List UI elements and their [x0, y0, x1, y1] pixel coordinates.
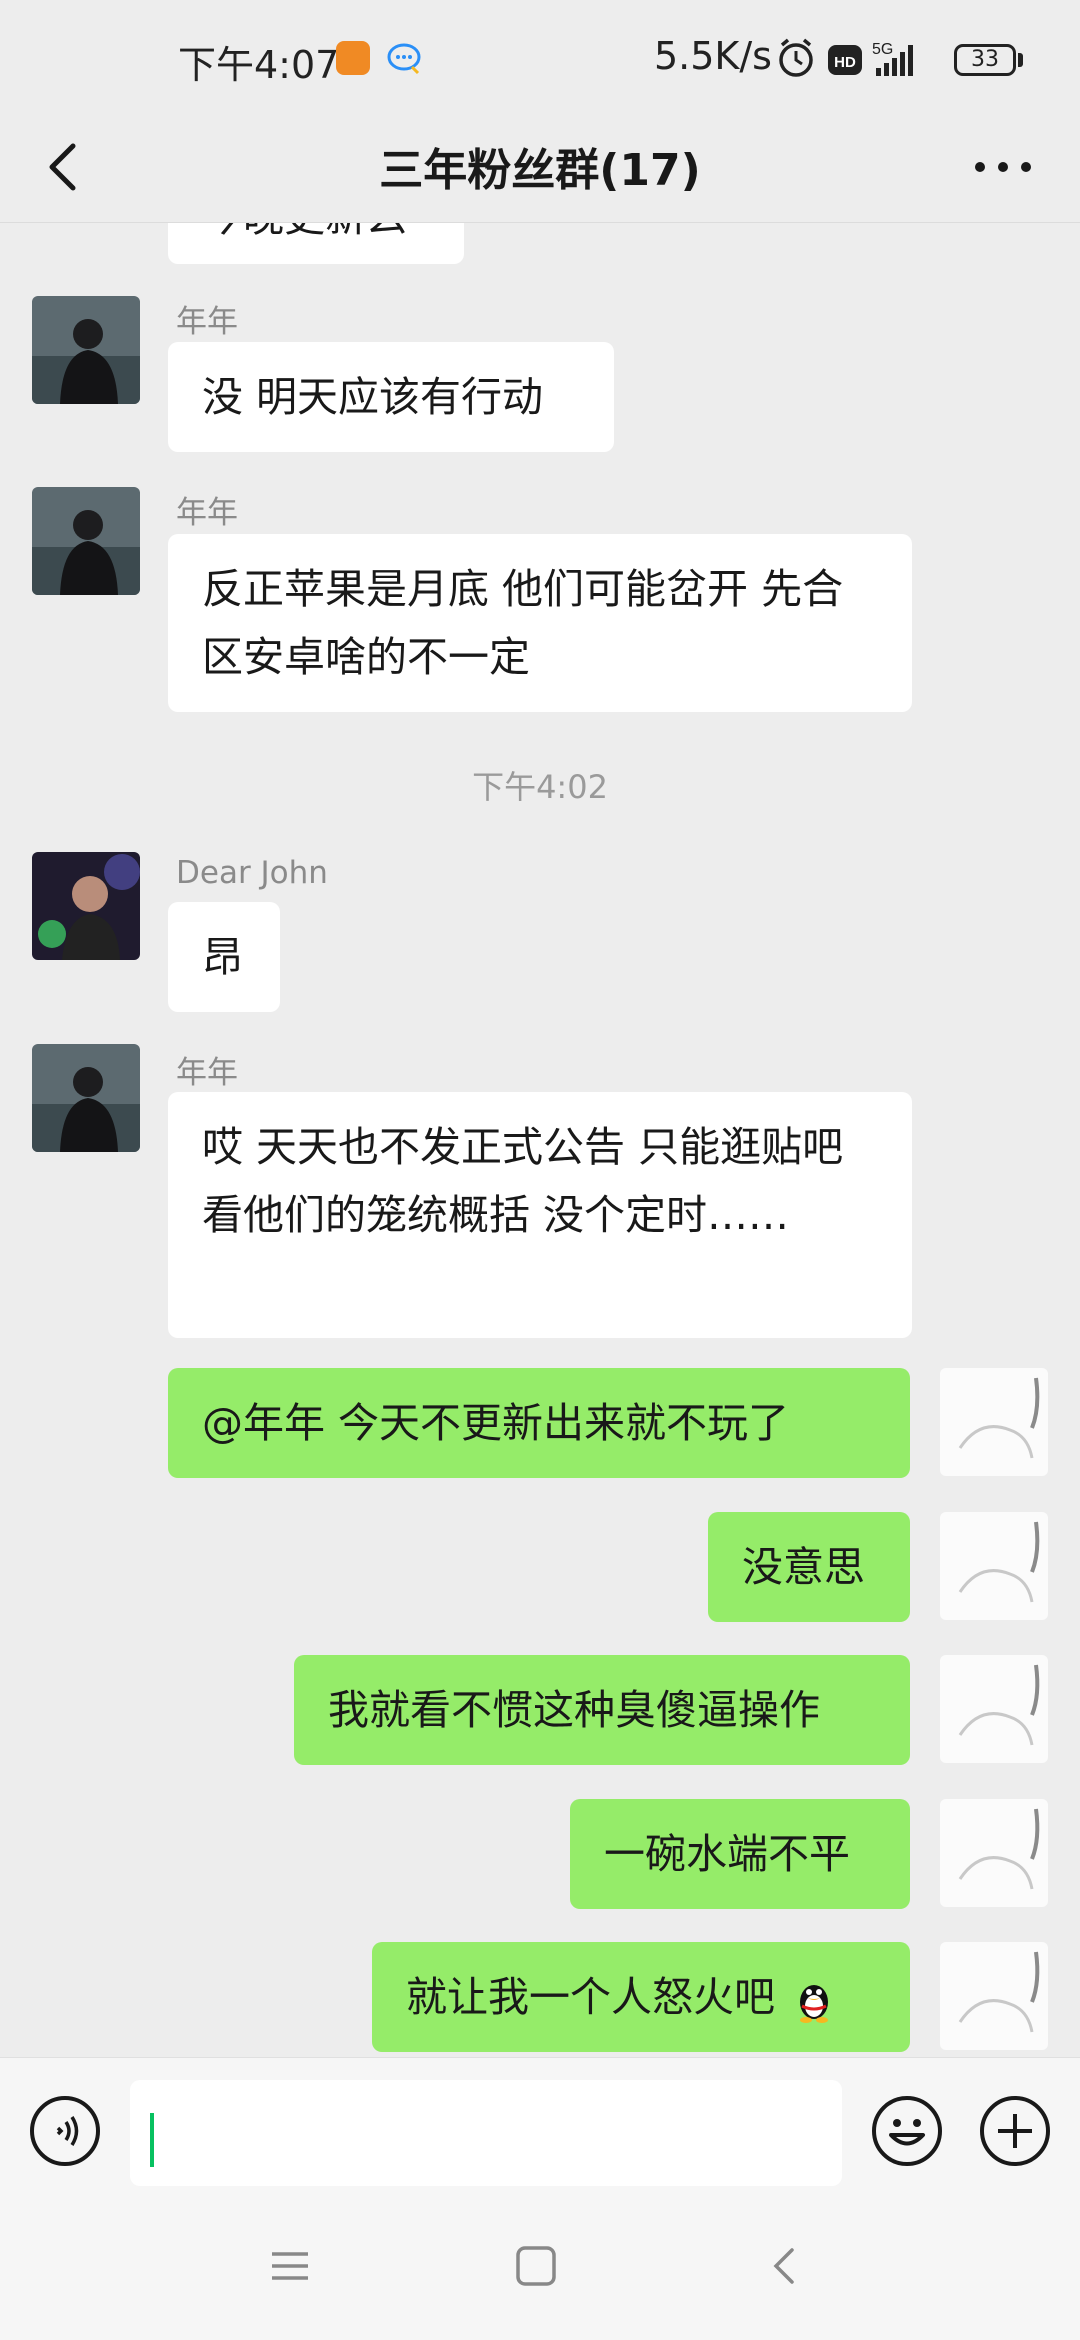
message-bubble-outgoing[interactable]: @年年 今天不更新出来就不玩了 [168, 1368, 910, 1478]
sender-name: 年年 [176, 304, 238, 340]
network-speed: 5.5K/s [654, 34, 772, 78]
svg-text:5G: 5G [872, 41, 893, 58]
message-bubble-outgoing[interactable]: 一碗水端不平 [570, 1799, 910, 1909]
nav-back-icon[interactable] [764, 2244, 808, 2288]
menu-icon[interactable] [268, 2244, 312, 2288]
battery-tip [1018, 53, 1023, 67]
home-icon[interactable] [514, 2244, 558, 2288]
message-bubble-outgoing[interactable]: 没意思 [708, 1512, 910, 1622]
voice-icon[interactable] [28, 2094, 102, 2168]
sender-name: Dear John [176, 855, 328, 891]
message-list[interactable]: 今晚更新么 年年 没 明天应该有行动 年年 反正苹果是月底 他们可能岔开 先合区… [0, 222, 1080, 2057]
message-bubble[interactable]: 昂 [168, 902, 280, 1012]
sender-name: 年年 [176, 1055, 238, 1091]
avatar-dear-john[interactable] [32, 852, 140, 960]
status-icons: HD 5G [779, 38, 913, 77]
plus-icon[interactable] [978, 2094, 1052, 2168]
message-bubble-partial[interactable]: 今晚更新么 [168, 222, 464, 264]
system-nav-bar [0, 2194, 1080, 2340]
avatar-niannian[interactable] [32, 1044, 140, 1152]
alarm-icon [779, 38, 813, 77]
my-avatar[interactable] [940, 1368, 1048, 1476]
input-bar [0, 2057, 1080, 2195]
message-bubble[interactable]: 哎 天天也不发正式公告 只能逛贴吧看他们的笼统概括 没个定时…… [168, 1092, 912, 1338]
more-dots-icon[interactable] [960, 132, 1050, 202]
time-divider: 下午4:02 [472, 768, 608, 806]
my-avatar[interactable] [940, 1655, 1048, 1763]
message-bubble[interactable]: 反正苹果是月底 他们可能岔开 先合区安卓啥的不一定 [168, 534, 912, 712]
emoji-icon[interactable] [870, 2094, 944, 2168]
status-time: 下午4:07 [178, 43, 340, 87]
message-bubble-outgoing[interactable]: 我就看不惯这种臭傻逼操作 [294, 1655, 910, 1765]
message-bubble-outgoing[interactable]: 就让我一个人怒火吧 [372, 1942, 910, 2052]
text-cursor [150, 2113, 154, 2167]
chat-notification-icon [387, 43, 421, 75]
message-input[interactable] [130, 2080, 842, 2186]
chat-title[interactable]: 三年粉丝群(17) [0, 134, 1080, 198]
signal-icon: 5G [872, 41, 913, 76]
avatar-niannian[interactable] [32, 296, 140, 404]
uc-browser-notification-icon [336, 41, 370, 75]
sender-name: 年年 [176, 495, 238, 531]
message-bubble[interactable]: 没 明天应该有行动 [168, 342, 614, 452]
status-bar: 下午4:07 5.5K/s HD 5G 33 [0, 0, 1080, 110]
battery-icon: 33 [954, 44, 1016, 76]
avatar-niannian[interactable] [32, 487, 140, 595]
my-avatar[interactable] [940, 1512, 1048, 1620]
penguin-emoji-icon [800, 1985, 829, 2023]
my-avatar[interactable] [940, 1799, 1048, 1907]
my-avatar[interactable] [940, 1942, 1048, 2050]
chat-header: 三年粉丝群(17) [0, 110, 1080, 223]
svg-text:HD: HD [834, 54, 856, 71]
hd-icon: HD [828, 45, 862, 75]
